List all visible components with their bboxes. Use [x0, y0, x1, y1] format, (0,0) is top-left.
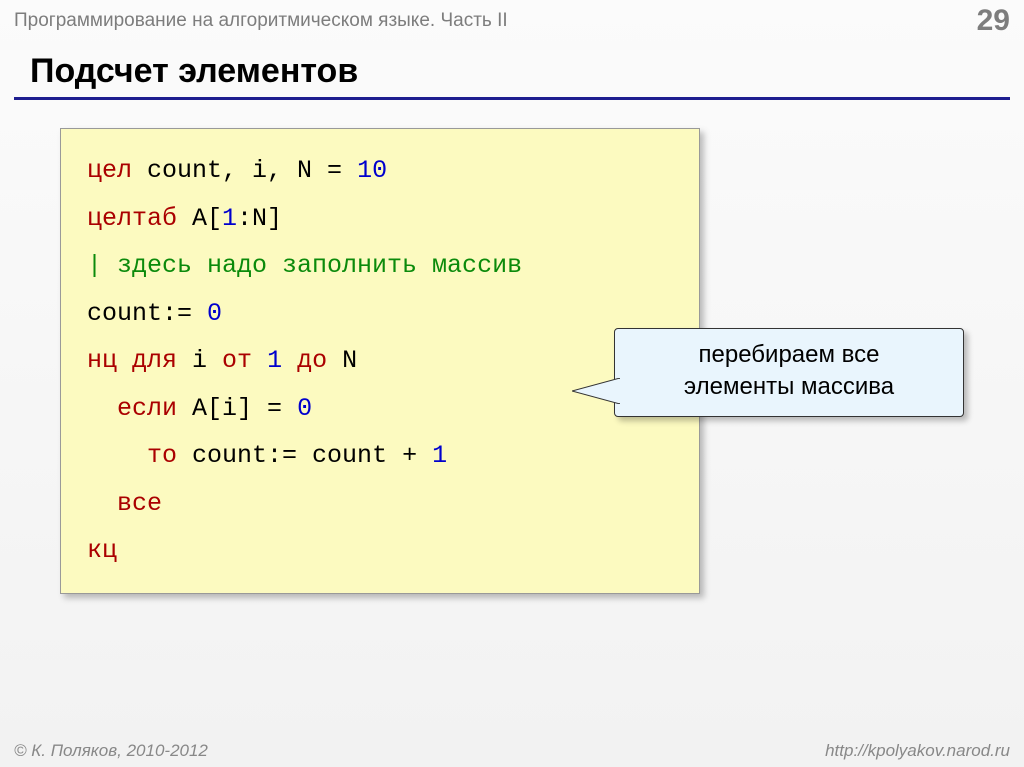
code-line: | здесь надо заполнить массив — [87, 242, 673, 290]
code-block: цел count, i, N = 10 целтаб A[1:N] | зде… — [60, 128, 700, 594]
header-bar: Программирование на алгоритмическом язык… — [0, 0, 1024, 42]
callout-line2: элементы массива — [631, 371, 947, 403]
code-line: все — [87, 480, 673, 528]
footer: © К. Поляков, 2010-2012 http://kpolyakov… — [0, 741, 1024, 761]
callout-line1: перебираем все — [631, 339, 947, 371]
content-area: цел count, i, N = 10 целтаб A[1:N] | зде… — [0, 100, 1024, 594]
code-line: кц — [87, 527, 673, 575]
page-title: Подсчет элементов — [0, 42, 1024, 97]
page-number: 29 — [977, 4, 1010, 38]
code-line: count:= 0 — [87, 290, 673, 338]
footer-copyright: © К. Поляков, 2010-2012 — [14, 741, 208, 761]
footer-url: http://kpolyakov.narod.ru — [825, 741, 1010, 761]
code-line: целтаб A[1:N] — [87, 195, 673, 243]
code-line: то count:= count + 1 — [87, 432, 673, 480]
code-line: цел count, i, N = 10 — [87, 147, 673, 195]
callout-box: перебираем все элементы массива — [614, 328, 964, 417]
breadcrumb: Программирование на алгоритмическом язык… — [14, 10, 508, 32]
